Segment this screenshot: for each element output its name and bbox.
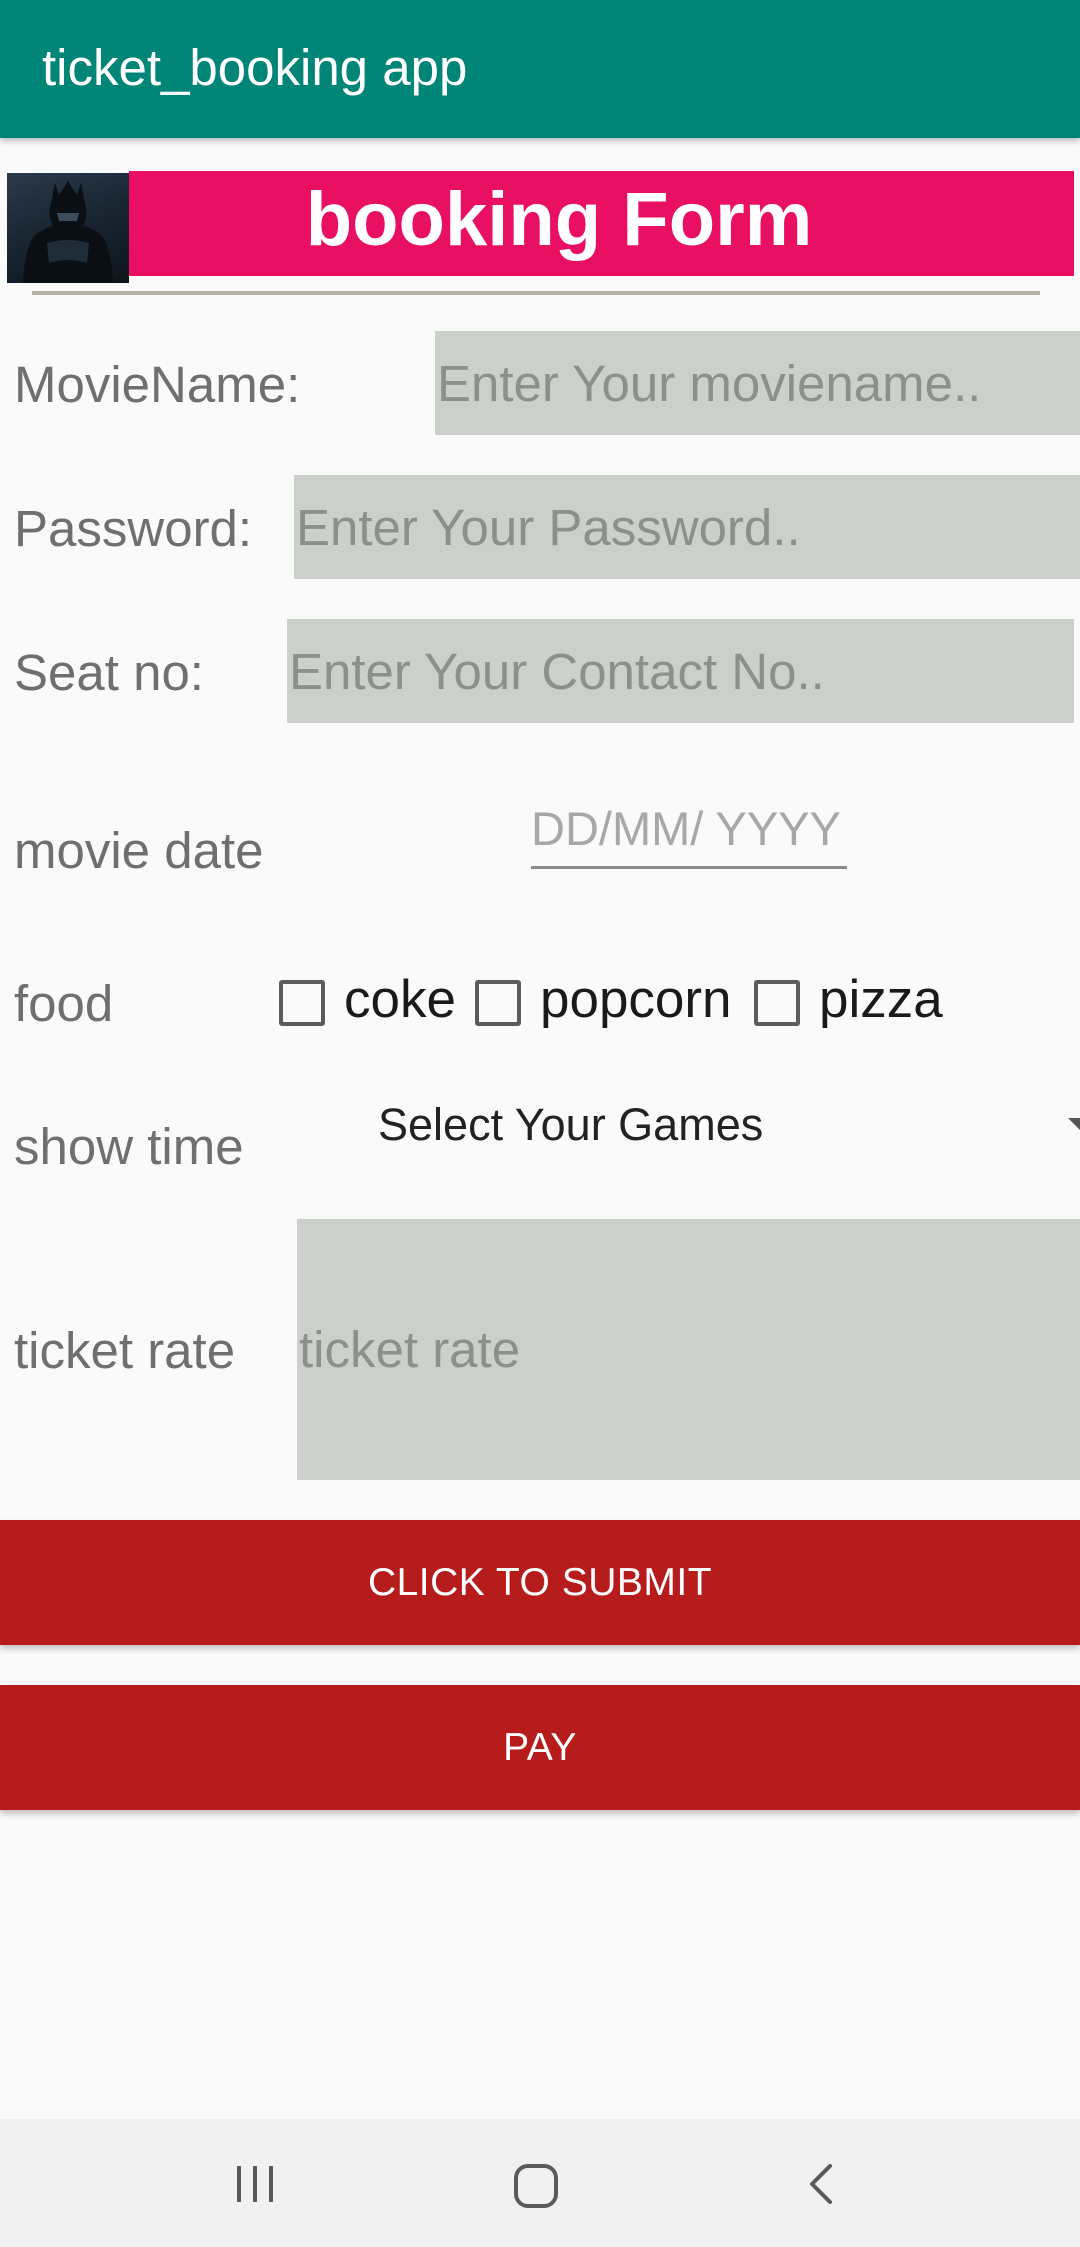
moviename-label: MovieName:	[14, 356, 301, 413]
popcorn-label[interactable]: popcorn	[540, 973, 732, 1026]
show-time-label: show time	[14, 1118, 244, 1175]
pizza-checkbox[interactable]	[754, 980, 800, 1026]
seat-input[interactable]: Enter Your Contact No..	[287, 619, 1074, 723]
pay-button[interactable]: PAY	[0, 1685, 1080, 1810]
moviename-input[interactable]: Enter Your moviename..	[435, 331, 1080, 435]
home-icon[interactable]	[512, 2162, 560, 2215]
submit-button[interactable]: CLICK TO SUBMIT	[0, 1520, 1080, 1645]
seat-label: Seat no:	[14, 644, 204, 701]
show-time-spinner[interactable]: Select Your Games	[378, 1102, 763, 1147]
coke-label[interactable]: coke	[344, 973, 456, 1026]
password-input[interactable]: Enter Your Password..	[294, 475, 1080, 579]
divider	[32, 291, 1040, 295]
movie-date-input[interactable]: DD/MM/ YYYY	[531, 798, 847, 869]
ticket-rate-label: ticket rate	[14, 1322, 236, 1379]
popcorn-checkbox[interactable]	[475, 980, 521, 1026]
movie-date-label: movie date	[14, 822, 264, 879]
batman-image	[7, 173, 129, 283]
pizza-label[interactable]: pizza	[819, 973, 943, 1026]
back-icon[interactable]	[800, 2162, 844, 2211]
ticket-rate-input[interactable]: ticket rate	[297, 1219, 1080, 1480]
recent-apps-icon[interactable]	[233, 2162, 277, 2211]
coke-checkbox[interactable]	[279, 980, 325, 1026]
app-bar: ticket_booking app	[0, 0, 1080, 138]
app-title: ticket_booking app	[42, 39, 468, 96]
form-title: booking Form	[305, 177, 813, 262]
dropdown-arrow-icon[interactable]	[1068, 1118, 1080, 1132]
food-label: food	[14, 975, 114, 1032]
password-label: Password:	[14, 500, 253, 557]
